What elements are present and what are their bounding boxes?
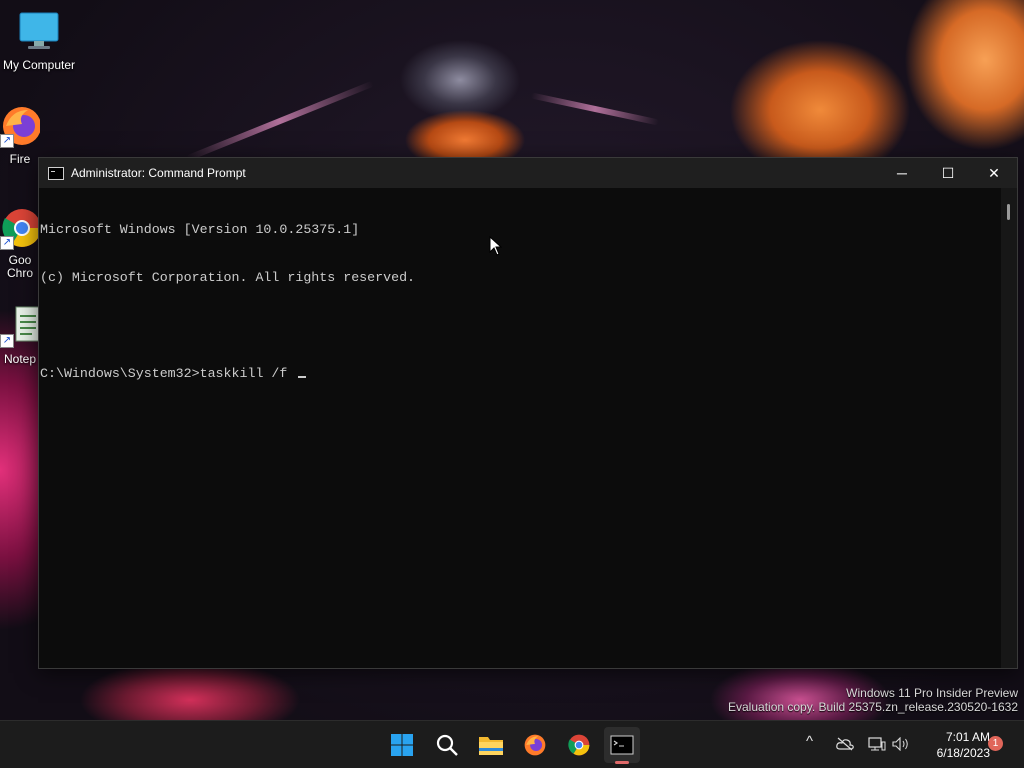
- mouse-pointer-icon: [489, 236, 503, 256]
- desktop-icon-label: Goo Chro: [6, 253, 33, 280]
- firefox-icon: [524, 734, 546, 756]
- wallpaper-streak: [186, 80, 374, 162]
- desktop-icon-my-computer[interactable]: My Computer: [0, 10, 78, 72]
- maximize-button[interactable]: ☐: [925, 158, 971, 188]
- watermark-build: Evaluation copy. Build 25375.zn_release.…: [728, 700, 1018, 714]
- text-cursor: [298, 376, 307, 378]
- shortcut-arrow-icon: ↗: [0, 134, 14, 148]
- wallpaper-streak: [530, 92, 660, 126]
- shortcut-arrow-icon: ↗: [0, 236, 14, 250]
- volume-icon[interactable]: [892, 737, 910, 751]
- search-icon: [436, 734, 458, 756]
- network-icon[interactable]: [868, 736, 886, 752]
- scrollbar-thumb[interactable]: [1007, 204, 1010, 220]
- notification-badge[interactable]: 1: [988, 736, 1003, 751]
- watermark-edition: Windows 11 Pro Insider Preview: [846, 686, 1018, 700]
- taskbar: ^ 7:01 AM 6/18/2023: [0, 720, 1024, 768]
- start-button[interactable]: [384, 727, 420, 763]
- command-prompt-icon: [48, 166, 64, 180]
- desktop-icon-google-chrome[interactable]: ↗ Goo Chro: [0, 206, 40, 280]
- console-input-line[interactable]: C:\Windows\System32>taskkill /f: [40, 366, 1001, 382]
- chrome-icon: ↗: [0, 206, 40, 250]
- command-prompt-window[interactable]: Administrator: Command Prompt ─ ☐ ✕ Micr…: [38, 157, 1018, 669]
- chrome-taskbar-button[interactable]: [561, 727, 597, 763]
- desktop-icon-firefox[interactable]: ↗ Fire: [0, 104, 40, 166]
- clock[interactable]: 7:01 AM 6/18/2023: [918, 729, 990, 761]
- console-line: (c) Microsoft Corporation. All rights re…: [40, 270, 416, 285]
- show-hidden-icons-button[interactable]: ^: [806, 733, 813, 750]
- chrome-icon: [568, 734, 590, 756]
- console-line: Microsoft Windows [Version 10.0.25375.1]: [40, 222, 360, 237]
- file-explorer-icon: [479, 737, 503, 755]
- console-output[interactable]: Microsoft Windows [Version 10.0.25375.1]…: [39, 188, 1001, 668]
- clock-time: 7:01 AM: [945, 730, 990, 744]
- desktop-icon-label: Fire: [9, 152, 31, 166]
- start-icon: [391, 734, 413, 756]
- windows-watermark: Windows 11 Pro Insider Preview Evaluatio…: [728, 686, 1018, 714]
- minimize-button[interactable]: ─: [879, 158, 925, 188]
- command-prompt-taskbar-button[interactable]: [604, 727, 640, 764]
- desktop-icon-label: My Computer: [2, 58, 76, 72]
- close-button[interactable]: ✕: [971, 158, 1017, 188]
- firefox-taskbar-button[interactable]: [517, 727, 553, 763]
- onedrive-offline-icon[interactable]: [836, 737, 854, 751]
- file-explorer-button[interactable]: [473, 727, 509, 763]
- firefox-icon: ↗: [0, 104, 40, 148]
- vertical-scrollbar[interactable]: [1001, 188, 1017, 668]
- notepad-icon: ↗: [0, 304, 40, 348]
- console-prompt-text: C:\Windows\System32>taskkill /f: [40, 366, 296, 381]
- window-title: Administrator: Command Prompt: [71, 166, 246, 180]
- running-indicator: [615, 761, 629, 764]
- command-prompt-icon: [610, 735, 634, 755]
- shortcut-arrow-icon: ↗: [0, 334, 14, 348]
- monitor-icon: [17, 10, 61, 54]
- search-button[interactable]: [429, 727, 465, 763]
- desktop-icon-label: Notep: [3, 352, 37, 366]
- clock-date: 6/18/2023: [936, 746, 990, 760]
- window-titlebar[interactable]: Administrator: Command Prompt ─ ☐ ✕: [39, 158, 1017, 188]
- desktop-icon-notepad[interactable]: ↗ Notep: [0, 304, 40, 366]
